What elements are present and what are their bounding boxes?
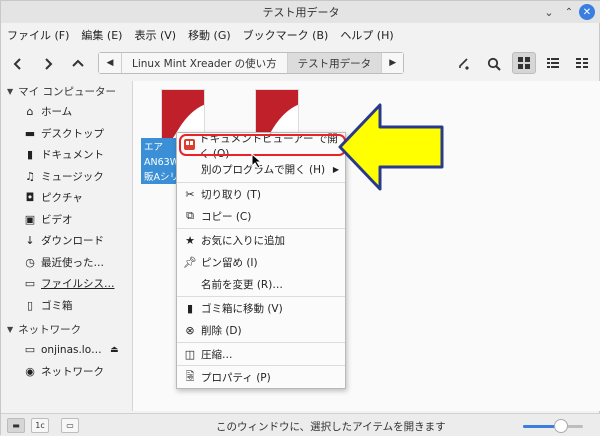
menu-edit[interactable]: 編集 (E) xyxy=(81,27,122,43)
sidebar-item-documents[interactable]: ▮ ドキュメント xyxy=(1,144,131,166)
delete-icon: ⊗ xyxy=(185,323,195,337)
trash-icon: ▯ xyxy=(26,298,34,312)
compress-icon: ◫ xyxy=(184,347,196,361)
forward-icon xyxy=(45,58,53,70)
sidebar-item-nas[interactable]: ▭ onjinas.lo… ⏏ xyxy=(1,339,131,361)
menu-item-add-favorite[interactable]: ★ お気に入りに追加 xyxy=(177,230,345,250)
home-icon: ⌂ xyxy=(26,105,34,119)
breadcrumb-scroll-right[interactable]: ▶ xyxy=(381,53,404,73)
document-icon: ▮ xyxy=(26,148,34,162)
eject-icon[interactable]: ⏏ xyxy=(110,345,119,355)
menu-separator xyxy=(177,182,345,183)
sidebar: ▼ マイ コンピューター ⌂ ホーム ▬ デスクトップ ▮ ドキュメント ♫ ミュージッ… xyxy=(1,81,131,411)
list-view-button[interactable] xyxy=(541,52,565,74)
menu-item-compress[interactable]: ◫ 圧縮… xyxy=(177,344,345,364)
show-places-button[interactable]: ▬ xyxy=(7,418,25,433)
search-icon xyxy=(487,57,501,71)
menu-bookmarks[interactable]: ブックマーク (B) xyxy=(243,27,329,43)
pin-icon: 📌︎ xyxy=(183,255,197,269)
hide-sidebar-button[interactable]: ▭ xyxy=(61,418,79,433)
search-button[interactable] xyxy=(483,53,505,75)
menu-file[interactable]: ファイル (F) xyxy=(7,27,69,43)
breadcrumb: ◀ Linux Mint Xreader の使い方 テスト用データ ▶ xyxy=(98,52,405,74)
breadcrumb-item[interactable]: Linux Mint Xreader の使い方 xyxy=(121,53,287,73)
desktop-icon: ▬ xyxy=(24,126,36,140)
compact-icon xyxy=(576,58,588,68)
menu-help[interactable]: ヘルプ (H) xyxy=(340,27,393,43)
trash-icon: ▮ xyxy=(186,301,194,315)
sidebar-item-downloads[interactable]: ↓ ダウンロード xyxy=(1,230,131,252)
callout-arrow-icon xyxy=(338,103,444,191)
sidebar-item-trash[interactable]: ▯ ゴミ箱 xyxy=(1,295,131,317)
titlebar: テスト用データ ⌄ ⌃ ✕ xyxy=(1,1,600,23)
menu-item-cut[interactable]: ✂ 切り取り (T) xyxy=(177,184,345,204)
copy-icon: ⧉ xyxy=(186,209,194,222)
music-icon: ♫ xyxy=(25,169,35,183)
sidebar-item-pictures[interactable]: ◘ ピクチャ xyxy=(1,187,131,209)
list-icon xyxy=(547,58,559,68)
nas-icon: ▭ xyxy=(24,343,36,357)
statusbar: ▬ 1c ▭ このウィンドウに、選択したアイテムを開きます xyxy=(1,413,600,436)
picture-icon: ◘ xyxy=(25,191,35,205)
sidebar-item-home[interactable]: ⌂ ホーム xyxy=(1,101,131,123)
recent-icon: ◷ xyxy=(25,255,35,269)
zoom-slider-handle[interactable] xyxy=(554,419,568,433)
close-button[interactable]: ✕ xyxy=(579,4,595,20)
properties-icon: 🗟︎ xyxy=(185,369,195,383)
menu-item-delete[interactable]: ⊗ 削除 (D) xyxy=(177,320,345,340)
menubar: ファイル (F) 編集 (E) 表示 (V) 移動 (G) ブックマーク (B)… xyxy=(1,25,600,45)
menu-separator xyxy=(177,342,345,343)
sidebar-item-filesystem[interactable]: ▭ ファイルシス… xyxy=(1,273,131,295)
video-icon: ▣ xyxy=(24,212,36,226)
maximize-button[interactable]: ⌃ xyxy=(561,4,577,20)
sidebar-item-desktop[interactable]: ▬ デスクトップ xyxy=(1,123,131,145)
star-icon: ★ xyxy=(185,233,195,247)
status-text: このウィンドウに、選択したアイテムを開きます xyxy=(216,421,446,433)
menu-item-pin[interactable]: 📌︎ ピン留め (I) xyxy=(177,252,345,272)
back-icon xyxy=(13,58,21,70)
mouse-cursor-icon xyxy=(251,153,263,169)
context-menu: ドキュメントビューアー で開く (O) 別のプログラムで開く (H) ▶ ✂ 切り取… xyxy=(176,132,346,389)
menu-item-copy[interactable]: ⧉ コピー (C) xyxy=(177,206,345,226)
breadcrumb-item-current[interactable]: テスト用データ xyxy=(286,53,382,73)
menu-item-properties[interactable]: 🗟︎ プロパティ (P) xyxy=(177,367,345,387)
breadcrumb-scroll-left[interactable]: ◀ xyxy=(99,53,121,73)
grid-icon xyxy=(518,57,530,69)
file-manager-window: テスト用データ ⌄ ⌃ ✕ ファイル (F) 編集 (E) 表示 (V) 移動 … xyxy=(0,0,600,436)
filesystem-icon: ▭ xyxy=(24,277,36,291)
open-terminal-button[interactable] xyxy=(453,53,475,75)
download-icon: ↓ xyxy=(25,234,35,248)
window-title: テスト用データ xyxy=(262,6,340,19)
compact-view-button[interactable] xyxy=(570,52,594,74)
menu-item-move-to-trash[interactable]: ▮ ゴミ箱に移動 (V) xyxy=(177,298,345,318)
sidebar-item-recent[interactable]: ◷ 最近使った… xyxy=(1,252,131,274)
sidebar-section-computer[interactable]: ▼ マイ コンピューター xyxy=(1,81,131,101)
network-icon: ◉ xyxy=(25,364,35,378)
cut-icon: ✂ xyxy=(185,187,195,201)
back-button[interactable] xyxy=(7,53,29,75)
collapse-icon: ▼ xyxy=(7,86,14,96)
menu-separator xyxy=(177,296,345,297)
sidebar-item-videos[interactable]: ▣ ビデオ xyxy=(1,209,131,231)
sidebar-section-network[interactable]: ▼ ネットワーク xyxy=(1,319,131,339)
collapse-icon: ▼ xyxy=(7,324,14,334)
icon-view-button[interactable] xyxy=(512,52,536,74)
menu-view[interactable]: 表示 (V) xyxy=(134,27,176,43)
location-toggle-icon xyxy=(459,58,469,70)
up-button[interactable] xyxy=(67,53,89,75)
menu-separator xyxy=(177,365,345,366)
forward-button[interactable] xyxy=(37,53,59,75)
up-icon xyxy=(72,59,84,67)
menu-separator xyxy=(177,228,345,229)
sidebar-item-network[interactable]: ◉ ネットワーク xyxy=(1,361,131,383)
minimize-button[interactable]: ⌄ xyxy=(541,4,557,20)
show-treeview-button[interactable]: 1c xyxy=(31,418,49,433)
menu-go[interactable]: 移動 (G) xyxy=(188,27,231,43)
menu-item-rename[interactable]: 名前を変更 (R)… xyxy=(177,274,345,294)
sidebar-item-music[interactable]: ♫ ミュージック xyxy=(1,166,131,188)
